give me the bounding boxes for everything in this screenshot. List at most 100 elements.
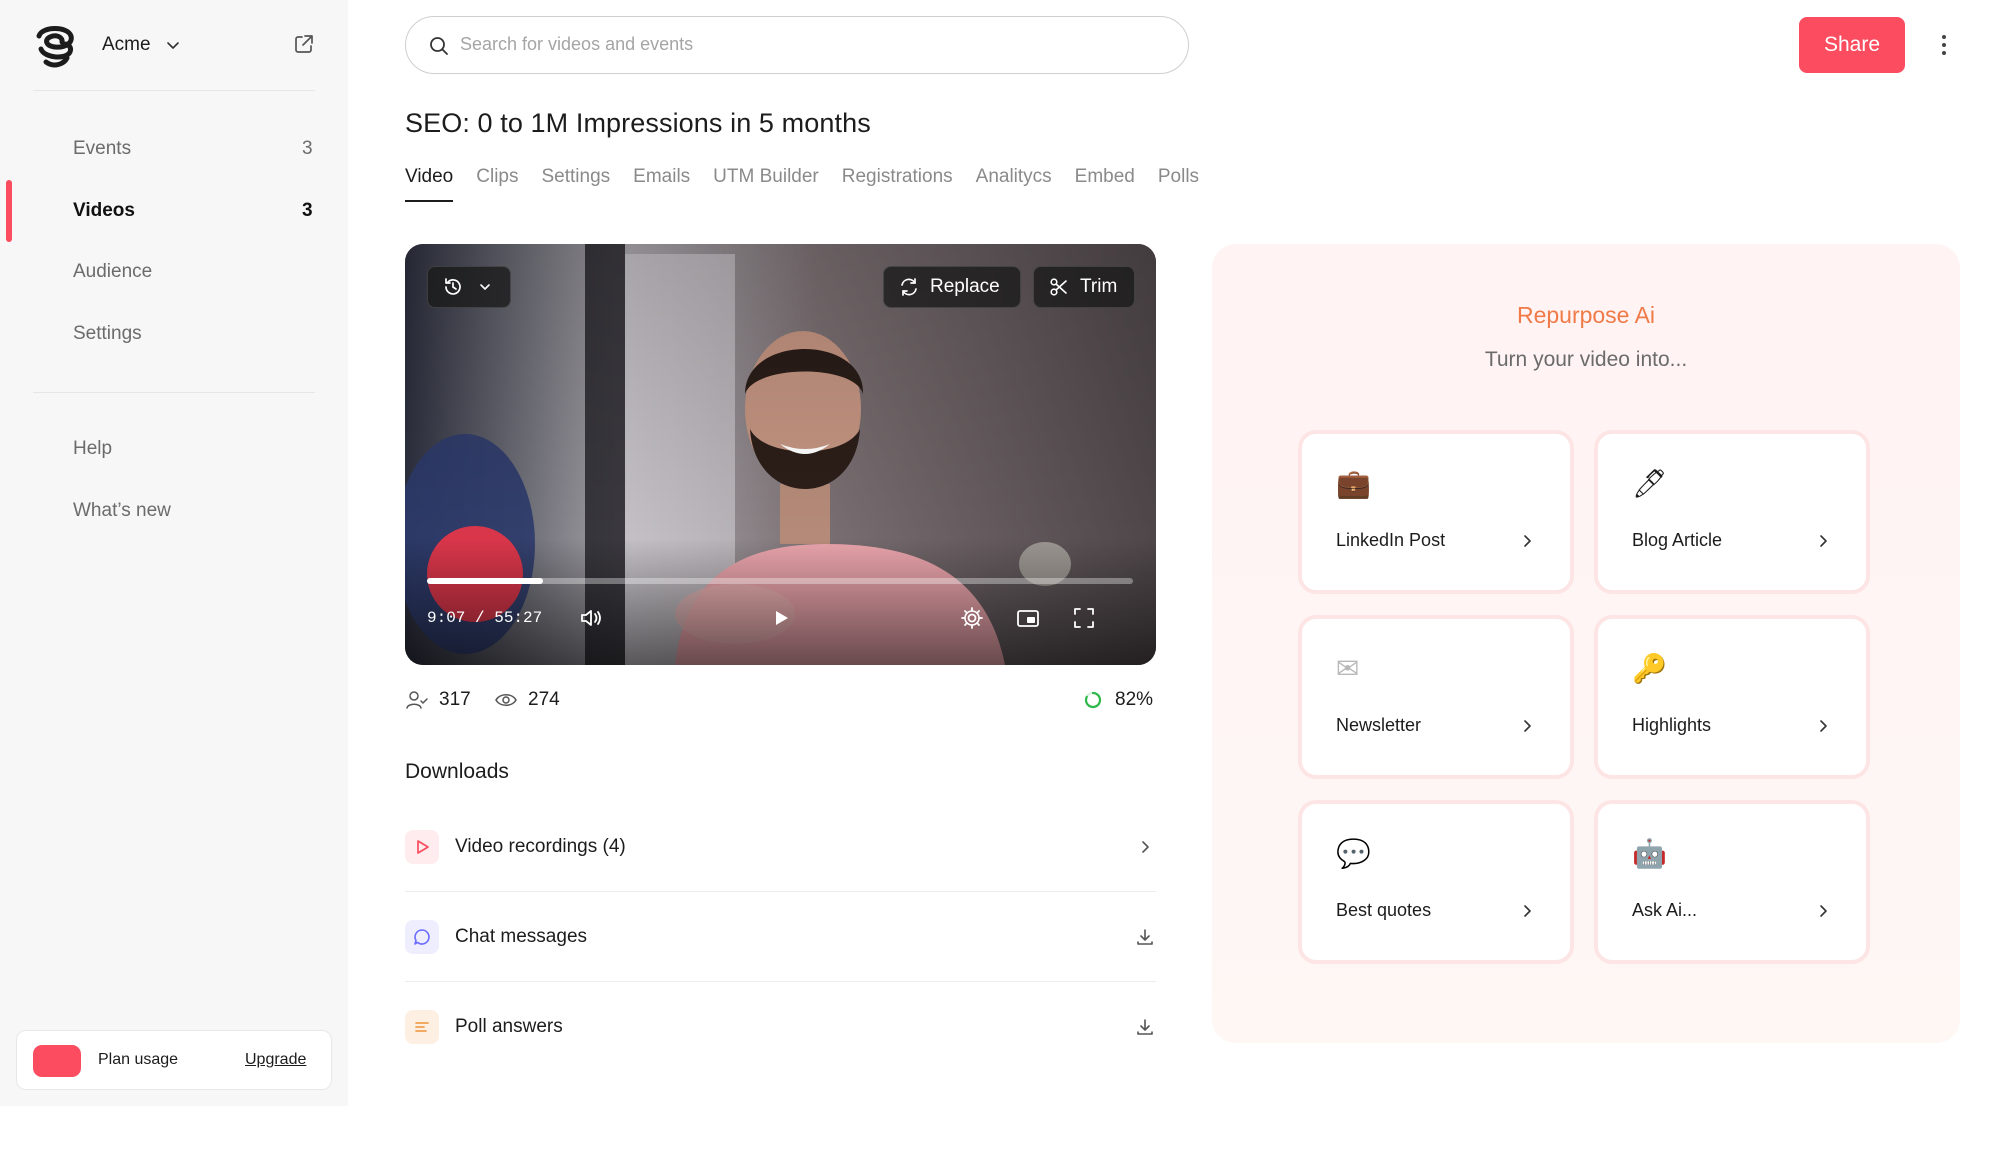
repurpose-card-highlights[interactable]: 🔑 Highlights [1594,615,1870,779]
eye-icon [495,694,517,706]
views-stat: 274 [494,688,560,712]
sidebar-item-count: 3 [302,138,313,159]
chevron-right-icon [1524,720,1531,732]
plan-usage-label: Plan usage [98,1051,179,1068]
download-icon[interactable] [1134,1016,1156,1038]
video-progress-bar[interactable] [427,578,1133,584]
picture-in-picture-icon[interactable] [1014,604,1042,632]
tab-settings[interactable]: Settings [542,160,611,202]
repurpose-subtitle: Turn your video into... [1484,348,1688,371]
sidebar-item-events[interactable]: Events 3 [0,121,348,177]
volume-icon[interactable] [577,604,605,632]
pen-icon: 🖊 [1632,467,1668,500]
sidebar-item-count: 3 [302,200,313,221]
card-label: Newsletter [1336,715,1422,735]
sidebar-item-whats-new[interactable]: What’s new [0,483,348,539]
page-title: SEO: 0 to 1M Impressions in 5 months [405,108,871,138]
fullscreen-icon[interactable] [1070,604,1098,632]
tab-embed[interactable]: Embed [1075,160,1135,202]
sidebar-item-help[interactable]: Help [0,421,348,477]
video-player[interactable]: Replace Trim 9:07 / 55:27 [405,244,1156,665]
share-button[interactable]: Share [1799,17,1905,73]
repurpose-card-linkedin-post[interactable]: 💼 LinkedIn Post [1298,430,1574,594]
tab-video[interactable]: Video [405,160,454,202]
poll-answers-icon-wrap [405,1010,439,1044]
repurpose-title: Repurpose Ai [1516,302,1656,328]
views-count: 274 [528,689,560,710]
speech-bubble-icon: 💬 [1336,837,1371,870]
duration: 55:27 [494,609,543,627]
download-label: Chat messages [455,925,588,947]
sidebar: Acme Events 3 Videos 3 Audience Settings… [0,0,348,1106]
more-options-icon[interactable] [1932,30,1956,60]
chevron-right-icon [1142,840,1149,853]
play-icon [417,840,429,854]
chat-messages-icon-wrap [405,920,439,954]
sidebar-item-label: Help [73,438,113,459]
sidebar-item-label: Events [73,138,132,159]
tab-emails[interactable]: Emails [633,160,690,202]
download-video-recordings[interactable]: Video recordings (4) [405,802,1156,892]
version-history-button[interactable] [427,266,511,308]
sidebar-item-label: Videos [73,200,135,221]
history-icon [445,278,461,295]
replace-icon [901,278,917,296]
tab-analytics[interactable]: Analitycs [976,160,1052,202]
video-stats: 317 274 82% [405,688,1156,716]
sidebar-item-settings[interactable]: Settings [0,306,348,362]
search-icon [430,37,448,55]
tab-utm-builder[interactable]: UTM Builder [713,160,819,202]
tab-clips[interactable]: Clips [476,160,518,202]
workspace-name: Acme [102,34,151,55]
repurpose-card-blog-article[interactable]: 🖊 Blog Article [1594,430,1870,594]
sidebar-item-label: Settings [73,323,142,344]
upgrade-link[interactable]: Upgrade [245,1051,306,1069]
chevron-down-icon [166,42,179,49]
progress-ring-icon [1084,691,1102,709]
completion-rate: 82% [1115,689,1154,710]
chevron-right-icon [1820,905,1827,917]
download-label: Poll answers [455,1016,563,1037]
video-progress-fill [427,578,543,584]
video-recordings-icon-wrap [405,830,439,864]
gear-icon[interactable] [958,604,986,632]
registrants-stat: 317 [405,688,471,712]
download-poll-answers[interactable]: Poll answers [405,982,1156,1072]
sidebar-item-videos[interactable]: Videos 3 [0,183,348,239]
download-chat-messages[interactable]: Chat messages [405,892,1156,982]
replace-label: Replace [930,276,1000,297]
chevron-down-icon [480,284,490,291]
card-label: Blog Article [1632,530,1723,550]
robot-icon: 🤖 [1632,837,1667,870]
chevron-right-icon [1524,905,1531,917]
repurpose-card-newsletter[interactable]: ✉ Newsletter [1298,615,1574,779]
chevron-right-icon [1820,535,1827,547]
play-icon[interactable] [767,604,795,632]
sidebar-item-audience[interactable]: Audience [0,244,348,300]
current-time: 9:07 [427,609,466,627]
briefcase-icon: 💼 [1336,467,1371,500]
download-icon[interactable] [1134,926,1156,948]
tab-polls[interactable]: Polls [1158,160,1199,202]
repurpose-card-best-quotes[interactable]: 💬 Best quotes [1298,800,1574,964]
plan-usage-card: Plan usage Upgrade [16,1030,332,1090]
search-bar [405,16,1189,74]
completion-stat: 82% [1081,688,1153,712]
card-label: LinkedIn Post [1336,530,1446,550]
tab-bar: Video Clips Settings Emails UTM Builder … [405,160,1222,202]
replace-button[interactable]: Replace [883,266,1021,308]
sidebar-item-label: What’s new [73,500,171,521]
repurpose-card-ask-ai[interactable]: 🤖 Ask Ai... [1594,800,1870,964]
trim-button[interactable]: Trim [1033,266,1135,308]
card-label: Highlights [1632,715,1712,735]
tab-registrations[interactable]: Registrations [842,160,953,202]
brand-logo-icon [36,26,74,68]
workspace-switcher[interactable]: Acme [32,22,181,68]
search-input[interactable] [460,17,1160,72]
card-label: Best quotes [1336,900,1432,920]
downloads-heading: Downloads [405,760,509,783]
trim-label: Trim [1080,276,1118,297]
key-icon: 🔑 [1632,652,1667,685]
registrants-count: 317 [439,689,471,710]
external-link-icon[interactable] [293,33,315,55]
